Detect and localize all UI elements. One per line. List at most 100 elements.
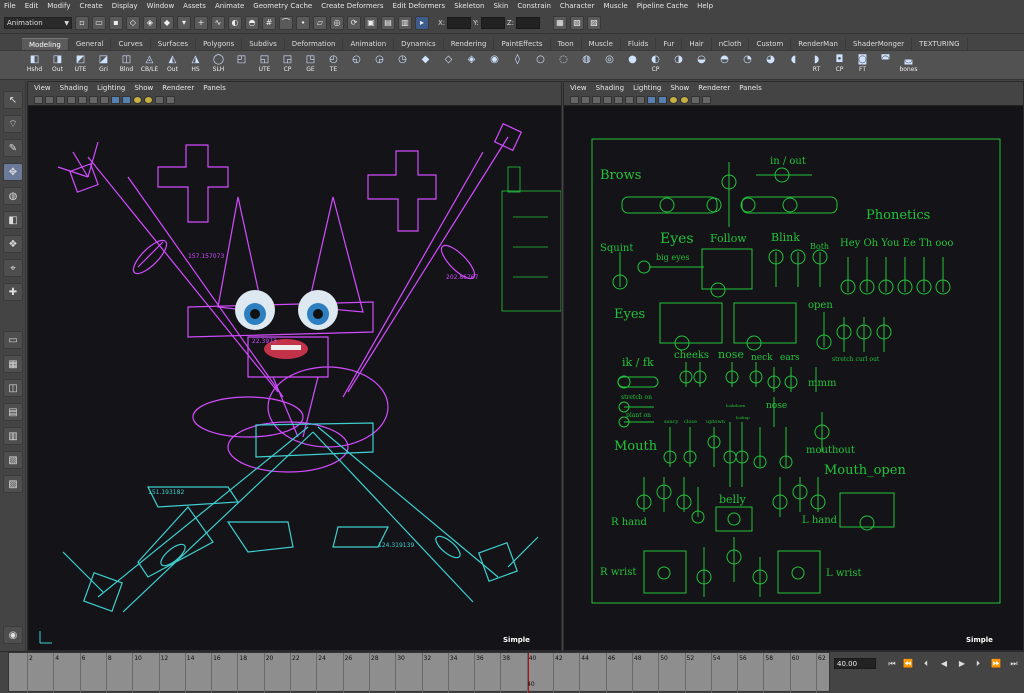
step-forward-key-icon[interactable]: ⏩ — [990, 658, 1002, 669]
shelf-button-gri[interactable]: ◪ Gri — [93, 52, 114, 78]
shelf-button-24[interactable]: ◍ — [576, 52, 597, 78]
shelf-button-9[interactable]: ◰ — [231, 52, 252, 78]
shelf-button-15[interactable]: ◶ — [369, 52, 390, 78]
shelf-button-hshd[interactable]: ◧ Hshd — [24, 52, 45, 78]
shelf-button-slh[interactable]: ◯ SLH — [208, 52, 229, 78]
default-light-icon[interactable] — [669, 95, 678, 104]
shelf-button-26[interactable]: ● — [622, 52, 643, 78]
menu-edit-deformers[interactable]: Edit Deformers — [393, 2, 446, 10]
all-lights-icon[interactable] — [144, 95, 153, 104]
channel-box-icon[interactable]: ▦ — [553, 15, 568, 30]
camera-attr-icon[interactable] — [581, 95, 590, 104]
shelf-button-17[interactable]: ◆ — [415, 52, 436, 78]
tab-toon[interactable]: Toon — [551, 38, 582, 50]
select-component-icon[interactable]: ◆ — [160, 15, 174, 30]
menu-skeleton[interactable]: Skeleton — [454, 2, 484, 10]
tab-fluids[interactable]: Fluids — [621, 38, 657, 50]
snap-grid-icon[interactable]: # — [262, 15, 276, 30]
tab-general[interactable]: General — [69, 38, 112, 50]
shelf-button-te[interactable]: ◴ TE — [323, 52, 344, 78]
snap-point-icon[interactable]: ∙ — [296, 15, 310, 30]
z-field[interactable] — [516, 16, 541, 29]
shelf-button-ute[interactable]: ◩ UTE — [70, 52, 91, 78]
tab-renderman[interactable]: RenderMan — [791, 38, 846, 50]
shelf-button-33[interactable]: ◖ — [783, 52, 804, 78]
go-to-end-icon[interactable]: ⏭ — [1008, 658, 1020, 669]
shelf-button-29[interactable]: ◒ — [691, 52, 712, 78]
shelf-button-ft[interactable]: ◙ FT — [852, 52, 873, 78]
y-field[interactable] — [480, 16, 505, 29]
new-scene-icon[interactable]: ▫ — [75, 15, 89, 30]
menu-create-deformers[interactable]: Create Deformers — [321, 2, 383, 10]
lasso-tool-icon[interactable]: ⌔ — [3, 115, 23, 133]
history-icon[interactable]: ⟳ — [347, 15, 361, 30]
menu-create[interactable]: Create — [79, 2, 102, 10]
layout-four-icon[interactable]: ▦ — [3, 355, 23, 373]
left-panel-menu-shading[interactable]: Shading — [60, 84, 88, 92]
menu-skin[interactable]: Skin — [493, 2, 508, 10]
time-ruler[interactable]: 40 2 4 6 8 10 12 14 16 18 20 22 24 26 28 30 32 34 36 38 40 4… — [8, 652, 830, 693]
grid-icon[interactable] — [614, 95, 623, 104]
shelf-button-22[interactable]: ○ — [530, 52, 551, 78]
shelf-button-cp[interactable]: ◐ CP — [645, 52, 666, 78]
shelf-button-32[interactable]: ◕ — [760, 52, 781, 78]
tab-painteffects[interactable]: PaintEffects — [494, 38, 551, 50]
resolution-gate-icon[interactable] — [636, 95, 645, 104]
bookmark-icon[interactable] — [592, 95, 601, 104]
shelf-button-hs[interactable]: ◮ HS — [185, 52, 206, 78]
shelf-button-31[interactable]: ◔ — [737, 52, 758, 78]
go-to-start-icon[interactable]: ⏮ — [886, 658, 898, 669]
right-panel-menu-shading[interactable]: Shading — [596, 84, 624, 92]
layout-two-icon[interactable]: ◫ — [3, 379, 23, 397]
shelf-button-20[interactable]: ◉ — [484, 52, 505, 78]
shelf-button-ute[interactable]: ◱ UTE — [254, 52, 275, 78]
left-panel-menu-lighting[interactable]: Lighting — [97, 84, 125, 92]
shelf-button-rt[interactable]: ◗ RT — [806, 52, 827, 78]
left-panel-menu-panels[interactable]: Panels — [203, 84, 226, 92]
tab-hair[interactable]: Hair — [682, 38, 712, 50]
menu-display[interactable]: Display — [112, 2, 138, 10]
make-live-icon[interactable]: ◎ — [330, 15, 344, 30]
menu-edit[interactable]: Edit — [25, 2, 39, 10]
input-mode-icon[interactable]: ▸ — [415, 15, 429, 30]
menu-window[interactable]: Window — [147, 2, 175, 10]
shelf-button-cp[interactable]: ◲ CP — [277, 52, 298, 78]
play-forward-icon[interactable]: ▶ — [956, 658, 968, 669]
tab-ncloth[interactable]: nCloth — [712, 38, 750, 50]
save-scene-icon[interactable]: ▪ — [109, 15, 123, 30]
isolate-icon[interactable] — [702, 95, 711, 104]
shelf-button-30[interactable]: ◓ — [714, 52, 735, 78]
camera-icon[interactable] — [34, 95, 43, 104]
x-field[interactable] — [447, 16, 472, 29]
attribute-editor-icon[interactable]: ▧ — [570, 15, 585, 30]
menu-constrain[interactable]: Constrain — [517, 2, 551, 10]
menu-character[interactable]: Character — [560, 2, 595, 10]
menu-modify[interactable]: Modify — [47, 2, 70, 10]
tab-shadermonger[interactable]: ShaderMonger — [846, 38, 913, 50]
bookmark-icon[interactable] — [56, 95, 65, 104]
menu-help[interactable]: Help — [697, 2, 713, 10]
pick-curve-icon[interactable]: ∿ — [211, 15, 225, 30]
tab-muscle[interactable]: Muscle — [582, 38, 621, 50]
move-tool-icon[interactable]: ✥ — [3, 163, 23, 181]
select-tool-icon[interactable]: ↖ — [3, 91, 23, 109]
shelf-button-19[interactable]: ◈ — [461, 52, 482, 78]
wireframe-icon[interactable] — [647, 95, 656, 104]
grid-icon[interactable] — [78, 95, 87, 104]
step-back-icon[interactable]: ⏴ — [920, 658, 932, 669]
play-backward-icon[interactable]: ◀ — [938, 658, 950, 669]
select-hierarchy-icon[interactable]: ◇ — [126, 15, 140, 30]
right-panel-menu-view[interactable]: View — [570, 84, 587, 92]
step-forward-icon[interactable]: ⏵ — [972, 658, 984, 669]
xray-icon[interactable] — [691, 95, 700, 104]
shelf-button-25[interactable]: ◎ — [599, 52, 620, 78]
right-panel-menu-panels[interactable]: Panels — [739, 84, 762, 92]
tab-dynamics[interactable]: Dynamics — [394, 38, 444, 50]
shelf-button-out[interactable]: ◭ Out — [162, 52, 183, 78]
shelf-button-37[interactable]: ◚ — [875, 52, 896, 78]
menu-pipeline-cache[interactable]: Pipeline Cache — [637, 2, 688, 10]
right-viewport[interactable]: Brows in / out Phonetics Squint Eyes Fol… — [564, 107, 1023, 650]
shelf-button-23[interactable]: ◌ — [553, 52, 574, 78]
menu-muscle[interactable]: Muscle — [603, 2, 627, 10]
ipr-render-icon[interactable]: ▤ — [381, 15, 395, 30]
